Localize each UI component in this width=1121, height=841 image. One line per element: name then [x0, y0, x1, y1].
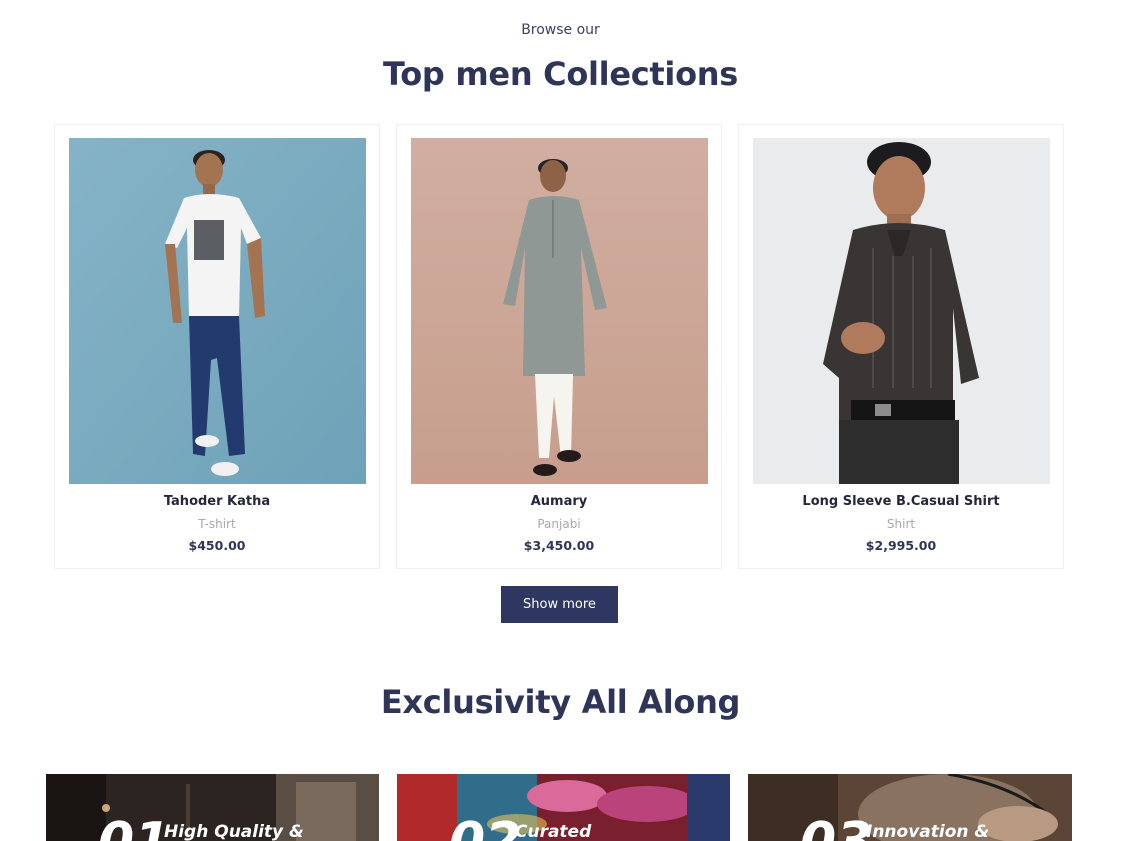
feature-tile[interactable]: 03 Innovation & — [748, 774, 1072, 841]
feature-number: 02 — [449, 816, 521, 841]
feature-number: 01 — [98, 816, 170, 841]
product-card[interactable]: Long Sleeve B.Casual Shirt Shirt $2,995.… — [738, 124, 1064, 569]
product-price: $3,450.00 — [523, 538, 595, 553]
feature-label: Innovation & — [866, 822, 990, 841]
product-name[interactable]: Aumary — [397, 494, 721, 509]
product-image[interactable] — [753, 138, 1050, 484]
feature-label: High Quality & — [164, 822, 304, 841]
product-image[interactable] — [69, 138, 366, 484]
feature-number: 03 — [800, 816, 872, 841]
product-card[interactable]: Tahoder Katha T-shirt $450.00 — [54, 124, 380, 569]
product-card[interactable]: Aumary Panjabi $3,450.00 — [396, 124, 722, 569]
product-category: Panjabi — [537, 517, 581, 531]
product-image[interactable] — [411, 138, 708, 484]
product-price: $2,995.00 — [865, 538, 937, 553]
product-category: Shirt — [886, 517, 916, 531]
exclusivity-title: Exclusivity All Along — [380, 683, 741, 721]
product-name[interactable]: Long Sleeve B.Casual Shirt — [739, 494, 1063, 509]
product-category: T-shirt — [198, 517, 236, 531]
collection-eyebrow: Browse our — [521, 22, 600, 38]
feature-label: Curated — [515, 822, 592, 841]
show-more-button[interactable]: Show more — [501, 586, 618, 623]
collection-title: Top men Collections — [382, 55, 739, 93]
product-name[interactable]: Tahoder Katha — [55, 494, 379, 509]
feature-tile[interactable]: 01 High Quality & — [46, 774, 379, 841]
product-price: $450.00 — [188, 538, 246, 553]
feature-tile[interactable]: 02 Curated — [397, 774, 730, 841]
